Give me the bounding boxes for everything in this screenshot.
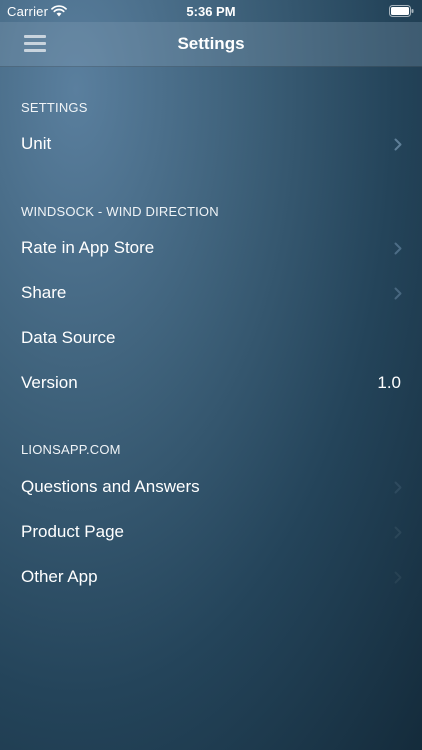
row-share[interactable]: Share [0, 271, 422, 315]
row-rate-in-app-store[interactable]: Rate in App Store [0, 226, 422, 270]
row-label: Other App [21, 567, 98, 586]
chevron-right-icon [394, 526, 402, 539]
row-label: Version [21, 373, 78, 392]
row-label: Share [21, 283, 67, 302]
row-other-app[interactable]: Other App [0, 555, 422, 599]
row-questions-and-answers[interactable]: Questions and Answers [0, 465, 422, 509]
chevron-right-icon [394, 242, 402, 255]
section-header-lionsapp: LIONSAPP.COM [21, 442, 121, 457]
section-header-settings: SETTINGS [21, 100, 88, 115]
row-version: Version 1.0 [0, 361, 422, 405]
chevron-right-icon [394, 287, 402, 300]
page-title: Settings [177, 34, 245, 53]
row-label: Rate in App Store [21, 238, 155, 257]
row-label: Data Source [21, 328, 116, 347]
status-time: 5:36 PM [186, 4, 236, 19]
status-bar: Carrier 5:36 PM [0, 0, 422, 22]
row-label: Unit [21, 134, 52, 153]
chevron-right-icon [394, 571, 402, 584]
section-header-windsock: WINDSOCK - WIND DIRECTION [21, 204, 219, 219]
row-unit[interactable]: Unit [0, 122, 422, 166]
chevron-right-icon [394, 481, 402, 494]
row-product-page[interactable]: Product Page [0, 510, 422, 554]
version-value: 1.0 [377, 373, 401, 392]
row-label: Questions and Answers [21, 477, 200, 496]
battery-icon [389, 5, 414, 17]
row-label: Product Page [21, 522, 125, 541]
chevron-right-icon [394, 138, 402, 151]
row-data-source[interactable]: Data Source [0, 316, 422, 360]
navigation-bar: Settings [0, 22, 422, 67]
